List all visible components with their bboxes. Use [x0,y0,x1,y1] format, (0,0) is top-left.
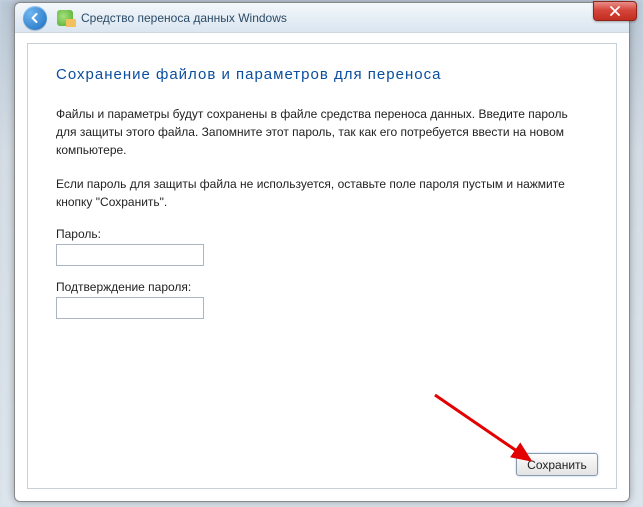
confirm-password-label: Подтверждение пароля: [56,280,588,294]
wizard-footer: Сохранить [516,453,598,476]
close-icon [610,6,620,16]
window-title: Средство переноса данных Windows [81,11,287,25]
save-button[interactable]: Сохранить [516,453,598,476]
instruction-paragraph-2: Если пароль для защиты файла не использу… [56,175,588,211]
confirm-password-field-group: Подтверждение пароля: [56,280,588,319]
arrow-left-icon [29,12,41,24]
password-input[interactable] [56,244,204,266]
confirm-password-input[interactable] [56,297,204,319]
password-label: Пароль: [56,227,588,241]
wizard-page: Сохранение файлов и параметров для перен… [27,43,617,489]
page-heading: Сохранение файлов и параметров для перен… [56,66,588,83]
titlebar: Средство переноса данных Windows [15,3,629,33]
content-outer: Сохранение файлов и параметров для перен… [15,33,629,501]
wizard-window: Средство переноса данных Windows Сохране… [14,2,630,502]
app-icon [57,10,73,26]
close-button[interactable] [593,1,637,21]
back-button[interactable] [23,6,47,30]
password-field-group: Пароль: [56,227,588,266]
instruction-paragraph-1: Файлы и параметры будут сохранены в файл… [56,105,588,159]
